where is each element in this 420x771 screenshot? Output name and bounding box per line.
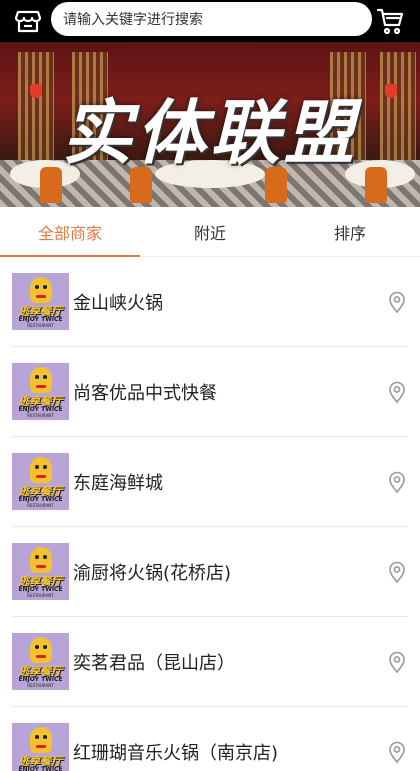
merchant-list: 逃享餐厅 ENJOY TWICE RESTAURANT 金山峡火锅 逃享餐厅 E… [12,257,408,771]
banner-title: 实体联盟 [62,91,358,174]
logo-line1: ENJOY TWICE [18,586,63,593]
logo-line1: ENJOY TWICE [18,406,63,413]
tab-all-merchants[interactable]: 全部商家 [0,207,140,257]
logo-line2: RESTAURANT [27,683,54,688]
merchant-logo: 逃享餐厅 ENJOY TWICE RESTAURANT [12,723,69,771]
merchant-logo: 逃享餐厅 ENJOY TWICE RESTAURANT [12,273,69,330]
merchant-logo: 逃享餐厅 ENJOY TWICE RESTAURANT [12,633,69,690]
logo-line2: RESTAURANT [27,593,54,598]
merchant-item[interactable]: 逃享餐厅 ENJOY TWICE RESTAURANT 金山峡火锅 [12,257,408,347]
merchant-name: 尚客优品中式快餐 [73,382,217,404]
location-pin-icon[interactable] [386,740,408,764]
merchant-name: 奕茗君品（昆山店） [73,652,235,674]
banner-image[interactable]: 实体联盟 [0,42,420,207]
merchant-item[interactable]: 逃享餐厅 ENJOY TWICE RESTAURANT 东庭海鲜城 [12,437,408,527]
filter-tabs: 全部商家 附近 排序 [0,207,420,257]
store-icon[interactable] [12,5,44,37]
merchant-item[interactable]: 逃享餐厅 ENJOY TWICE RESTAURANT 尚客优品中式快餐 [12,347,408,437]
logo-line2: RESTAURANT [27,413,54,418]
location-pin-icon[interactable] [386,380,408,404]
logo-line1: ENJOY TWICE [18,676,63,683]
merchant-logo: 逃享餐厅 ENJOY TWICE RESTAURANT [12,453,69,510]
logo-line1: ENJOY TWICE [18,496,63,503]
logo-line1: ENJOY TWICE [18,766,63,771]
location-pin-icon[interactable] [386,470,408,494]
merchant-logo: 逃享餐厅 ENJOY TWICE RESTAURANT [12,363,69,420]
merchant-name: 红珊瑚音乐火锅（南京店) [73,742,279,764]
top-bar: 请输入关键字进行搜索 [0,0,420,42]
location-pin-icon[interactable] [386,290,408,314]
search-placeholder: 请输入关键字进行搜索 [63,12,203,28]
location-pin-icon[interactable] [386,650,408,674]
tab-nearby[interactable]: 附近 [140,207,280,256]
logo-line2: RESTAURANT [27,323,54,328]
location-pin-icon[interactable] [386,560,408,584]
logo-line1: ENJOY TWICE [18,316,63,323]
merchant-item[interactable]: 逃享餐厅 ENJOY TWICE RESTAURANT 红珊瑚音乐火锅（南京店) [12,707,408,771]
merchant-logo: 逃享餐厅 ENJOY TWICE RESTAURANT [12,543,69,600]
logo-line2: RESTAURANT [27,503,54,508]
merchant-item[interactable]: 逃享餐厅 ENJOY TWICE RESTAURANT 渝厨将火锅(花桥店) [12,527,408,617]
merchant-name: 东庭海鲜城 [73,472,163,494]
cart-icon[interactable] [374,5,406,37]
search-input[interactable]: 请输入关键字进行搜索 [51,2,372,36]
tab-sort[interactable]: 排序 [280,207,420,256]
merchant-name: 金山峡火锅 [73,292,163,314]
merchant-item[interactable]: 逃享餐厅 ENJOY TWICE RESTAURANT 奕茗君品（昆山店） [12,617,408,707]
merchant-name: 渝厨将火锅(花桥店) [73,562,232,584]
